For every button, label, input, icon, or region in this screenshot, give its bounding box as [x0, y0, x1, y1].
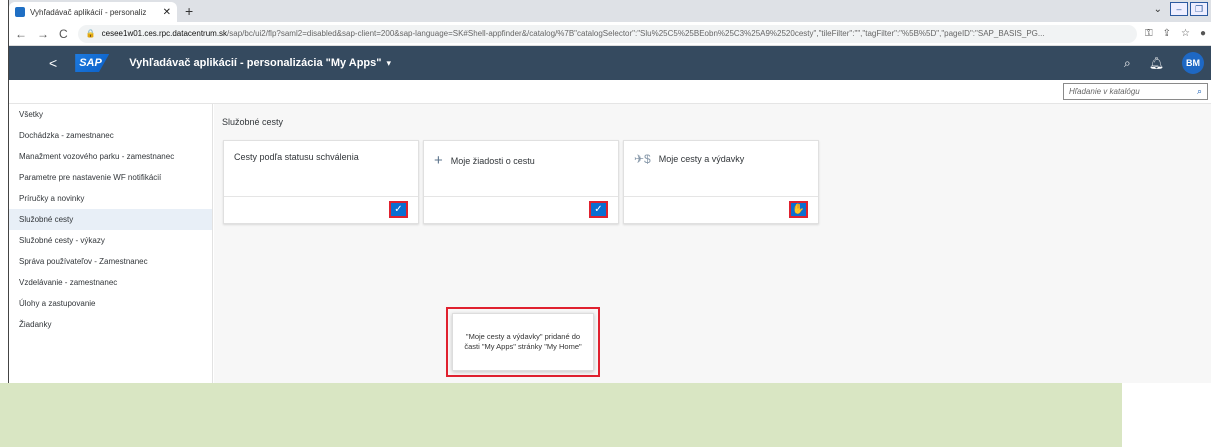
sap-logo[interactable]: SAP	[75, 54, 110, 72]
sidebar-item-prirucky[interactable]: Príručky a novinky	[9, 188, 212, 209]
url-path: /sap/bc/ui2/flp?saml2=disabled&sap-clien…	[227, 29, 1045, 38]
sidebar-item-vozovy-park[interactable]: Manažment vozového parku - zamestnanec	[9, 146, 212, 167]
sidebar-item-sluzobne-cesty[interactable]: Služobné cesty	[9, 209, 212, 230]
favicon-icon	[15, 7, 25, 17]
checkmark-icon[interactable]: ✓	[588, 200, 609, 219]
app-title[interactable]: Vyhľadávač aplikácií - personalizácia "M…	[129, 57, 381, 69]
tile-footer: ✋	[624, 196, 818, 223]
reload-icon[interactable]: C	[59, 27, 68, 41]
plus-icon: +	[434, 152, 443, 169]
travel-expense-icon: ✈$	[634, 152, 651, 166]
bottom-band	[0, 383, 1122, 447]
browser-tab[interactable]: Vyhľadávač aplikácií - personaliz ✕	[9, 2, 177, 22]
star-icon[interactable]: ☆	[1181, 28, 1190, 39]
title-dropdown-icon[interactable]: ▾	[386, 58, 391, 69]
sidebar-item-vzdelavanie[interactable]: Vzdelávanie - zamestnanec	[9, 272, 212, 293]
sidebar-item-ulohy[interactable]: Úlohy a zastupovanie	[9, 293, 212, 314]
key-icon[interactable]: ⚿	[1145, 28, 1153, 39]
new-tab-icon[interactable]: +	[185, 3, 193, 19]
close-tab-icon[interactable]: ✕	[163, 7, 171, 18]
url-input[interactable]: 🔒 cesee1w01.ces.rpc.datacentrum.sk /sap/…	[77, 24, 1137, 43]
tile-title: ✈$ Moje cesty a výdavky	[634, 152, 744, 166]
lock-icon: 🔒	[85, 29, 96, 38]
toast-message: "Moje cesty a výdavky" pridané do časti …	[446, 307, 600, 377]
sub-header: Hľadanie v katalógu ⌕	[9, 80, 1211, 104]
forward-icon[interactable]: →	[37, 27, 49, 41]
restore-button[interactable]: ❐	[1190, 2, 1208, 16]
browser-window: Vyhľadávač aplikácií - personaliz ✕ + ⌄ …	[8, 0, 1211, 383]
tile-label: Cesty podľa statusu schválenia	[234, 152, 359, 162]
search-placeholder: Hľadanie v katalógu	[1069, 87, 1140, 96]
tab-title: Vyhľadávač aplikácií - personaliz	[30, 7, 147, 17]
search-icon[interactable]: ⌕	[1197, 86, 1202, 97]
tile-footer: ✓	[224, 196, 418, 223]
search-icon[interactable]: ⌕	[1124, 56, 1131, 71]
sidebar-item-sprava-pouzivatelov[interactable]: Správa používateľov - Zamestnanec	[9, 251, 212, 272]
tile-label: Moje žiadosti o cestu	[450, 155, 535, 166]
sidebar-item-dochadzka[interactable]: Dochádzka - zamestnanec	[9, 125, 212, 146]
share-icon[interactable]: ⇪	[1163, 28, 1171, 39]
catalog-search-input[interactable]: Hľadanie v katalógu ⌕	[1063, 83, 1208, 100]
window-controls: ⌄ – ❐	[1154, 2, 1208, 16]
notification-bell-icon[interactable]: 🔔︎	[1149, 56, 1164, 70]
app-tile[interactable]: ✈$ Moje cesty a výdavky ✋	[623, 140, 819, 224]
address-bar-row: ← → C 🔒 cesee1w01.ces.rpc.datacentrum.sk…	[9, 22, 1211, 46]
back-arrow-icon[interactable]: <	[49, 55, 57, 71]
section-title: Služobné cesty	[222, 117, 284, 127]
app-tile[interactable]: + Moje žiadosti o cestu ✓	[423, 140, 619, 224]
sidebar-item-vsetky[interactable]: Všetky	[9, 104, 212, 125]
checkmark-icon[interactable]: ✓	[388, 200, 409, 219]
toast-text: "Moje cesty a výdavky" pridané do časti …	[452, 313, 594, 371]
avatar[interactable]: BM	[1182, 52, 1204, 74]
tile-title: + Moje žiadosti o cestu	[434, 152, 535, 169]
sidebar-item-sluzobne-cesty-vykazy[interactable]: Služobné cesty - výkazy	[9, 230, 212, 251]
url-host: cesee1w01.ces.rpc.datacentrum.sk	[101, 29, 228, 38]
chevron-down-icon[interactable]: ⌄	[1154, 4, 1162, 15]
sidebar-item-wf-notifikacie[interactable]: Parametre pre nastavenie WF notifikácií	[9, 167, 212, 188]
sap-shell-bar: < SAP Vyhľadávač aplikácií - personalizá…	[9, 46, 1211, 80]
app-tile[interactable]: Cesty podľa statusu schválenia ✓	[223, 140, 419, 224]
profile-icon[interactable]: ●	[1200, 28, 1206, 39]
checkmark-icon[interactable]: ✋	[788, 200, 809, 219]
tile-title: Cesty podľa statusu schválenia	[234, 152, 359, 162]
minimize-button[interactable]: –	[1170, 2, 1188, 16]
tab-strip: Vyhľadávač aplikácií - personaliz ✕ + ⌄ …	[9, 0, 1211, 22]
tile-label: Moje cesty a výdavky	[658, 154, 745, 164]
sidebar-item-ziadanky[interactable]: Žiadanky	[9, 314, 212, 335]
tile-footer: ✓	[424, 196, 618, 223]
catalog-content: Služobné cesty Cesty podľa statusu schvá…	[214, 104, 1211, 383]
back-icon[interactable]: ←	[15, 27, 27, 41]
catalog-sidebar: Všetky Dochádzka - zamestnanec Manažment…	[9, 104, 213, 383]
